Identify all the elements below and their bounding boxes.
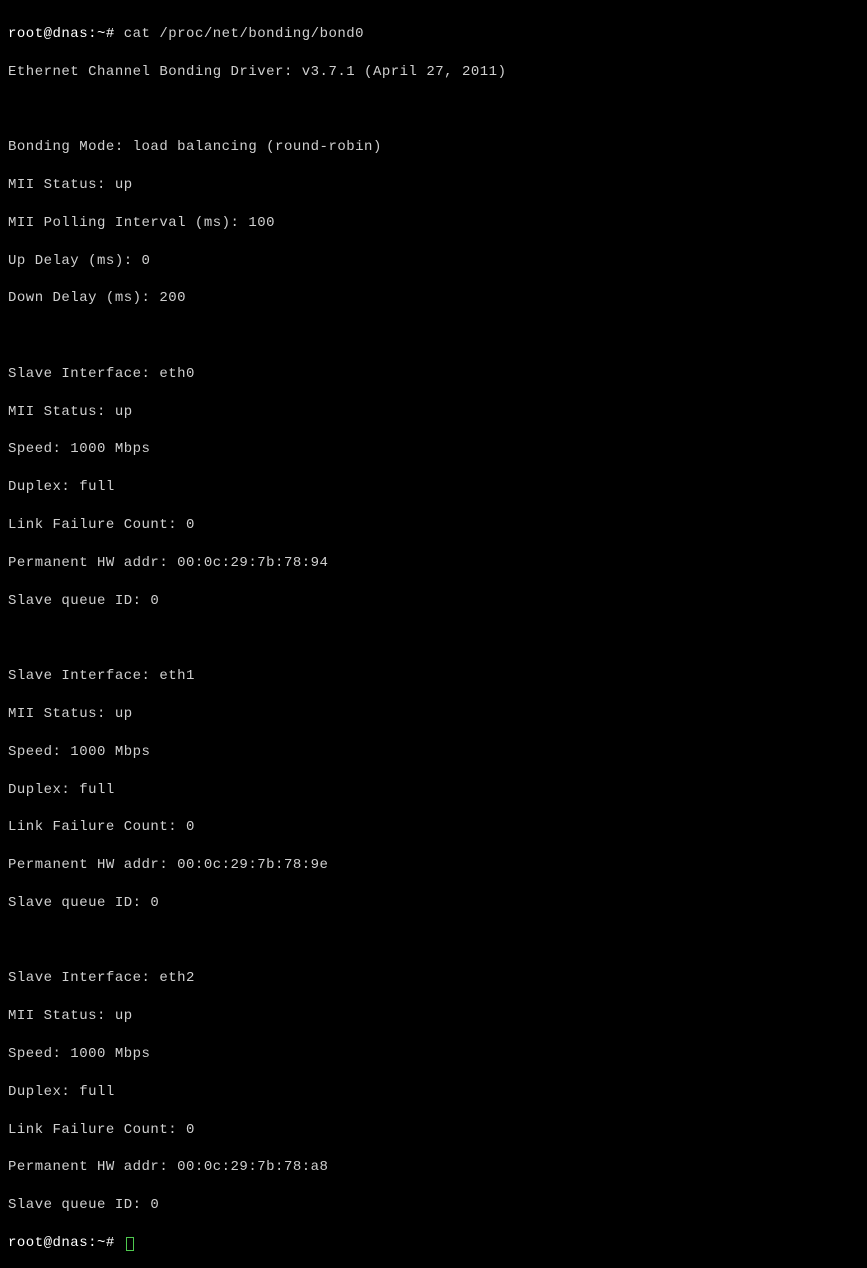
slave-speed: Speed: 1000 Mbps bbox=[8, 440, 859, 459]
slave-failures: Link Failure Count: 0 bbox=[8, 1121, 859, 1140]
cursor-icon bbox=[126, 1237, 134, 1251]
slave-hwaddr: Permanent HW addr: 00:0c:29:7b:78:9e bbox=[8, 856, 859, 875]
slave-duplex: Duplex: full bbox=[8, 781, 859, 800]
slave-speed: Speed: 1000 Mbps bbox=[8, 1045, 859, 1064]
blank-line bbox=[8, 629, 859, 648]
mii-status: MII Status: up bbox=[8, 176, 859, 195]
mii-polling: MII Polling Interval (ms): 100 bbox=[8, 214, 859, 233]
down-delay: Down Delay (ms): 200 bbox=[8, 289, 859, 308]
slave-mii: MII Status: up bbox=[8, 403, 859, 422]
slave-duplex: Duplex: full bbox=[8, 478, 859, 497]
command-text: cat /proc/net/bonding/bond0 bbox=[124, 26, 364, 42]
slave-mii: MII Status: up bbox=[8, 1007, 859, 1026]
slave-duplex: Duplex: full bbox=[8, 1083, 859, 1102]
shell-prompt: root@dnas:~# bbox=[8, 1235, 115, 1251]
up-delay: Up Delay (ms): 0 bbox=[8, 252, 859, 271]
slave-queue: Slave queue ID: 0 bbox=[8, 894, 859, 913]
blank-line bbox=[8, 100, 859, 119]
slave-iface: Slave Interface: eth2 bbox=[8, 969, 859, 988]
shell-prompt: root@dnas:~# bbox=[8, 26, 115, 42]
slave-failures: Link Failure Count: 0 bbox=[8, 516, 859, 535]
slave-iface: Slave Interface: eth0 bbox=[8, 365, 859, 384]
slave-queue: Slave queue ID: 0 bbox=[8, 592, 859, 611]
slave-mii: MII Status: up bbox=[8, 705, 859, 724]
blank-line bbox=[8, 327, 859, 346]
slave-hwaddr: Permanent HW addr: 00:0c:29:7b:78:94 bbox=[8, 554, 859, 573]
slave-speed: Speed: 1000 Mbps bbox=[8, 743, 859, 762]
slave-queue: Slave queue ID: 0 bbox=[8, 1196, 859, 1215]
slave-iface: Slave Interface: eth1 bbox=[8, 667, 859, 686]
slave-failures: Link Failure Count: 0 bbox=[8, 818, 859, 837]
driver-line: Ethernet Channel Bonding Driver: v3.7.1 … bbox=[8, 63, 859, 82]
bonding-mode: Bonding Mode: load balancing (round-robi… bbox=[8, 138, 859, 157]
terminal-output[interactable]: root@dnas:~# cat /proc/net/bonding/bond0… bbox=[8, 6, 859, 1268]
blank-line bbox=[8, 932, 859, 951]
slave-hwaddr: Permanent HW addr: 00:0c:29:7b:78:a8 bbox=[8, 1158, 859, 1177]
